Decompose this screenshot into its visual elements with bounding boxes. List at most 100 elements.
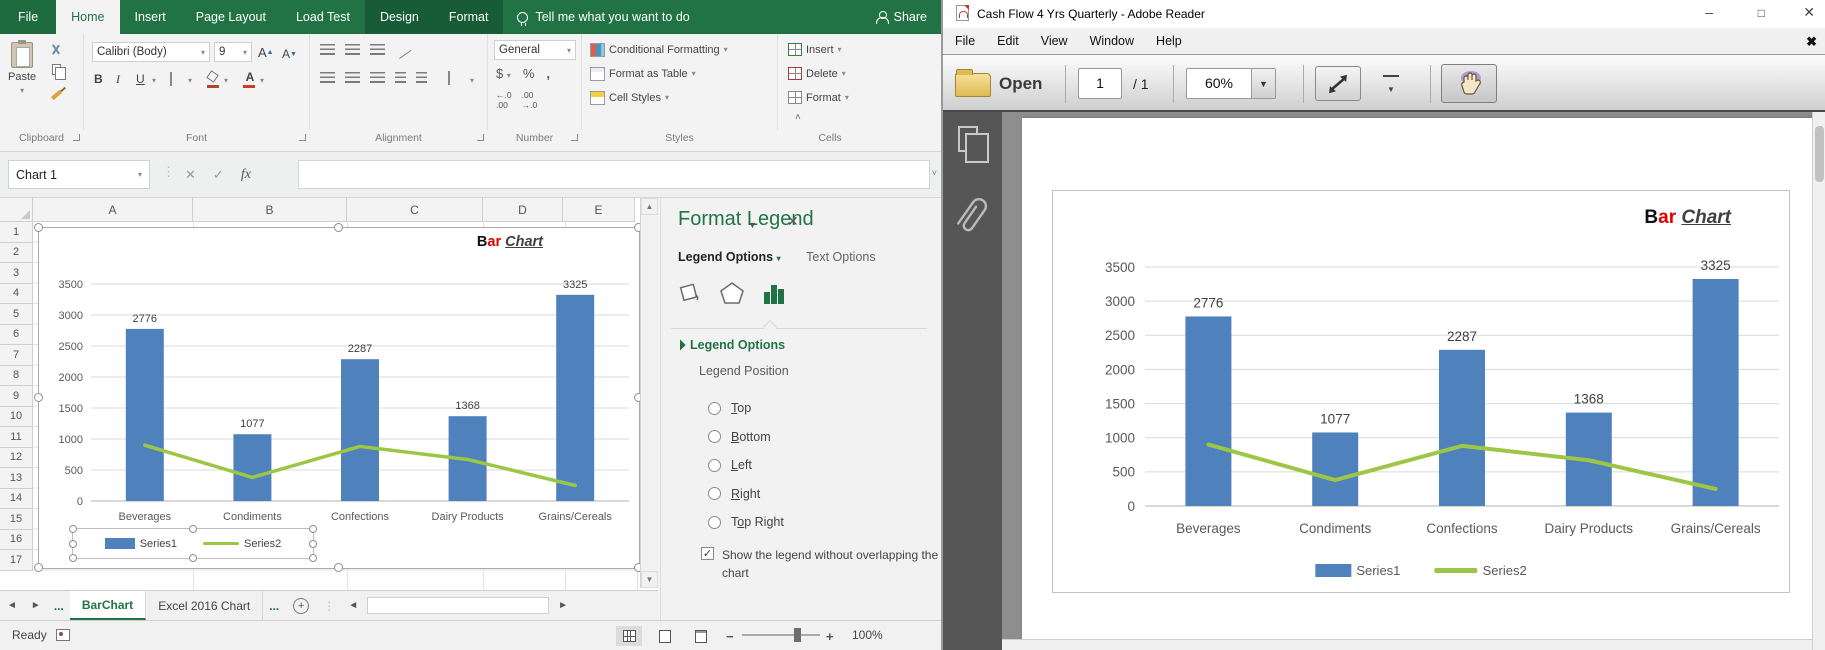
row-header-1[interactable]: 1	[0, 222, 33, 243]
hscroll-right-button[interactable]: ►	[551, 591, 575, 620]
scroll-down-button[interactable]: ▼	[641, 571, 658, 588]
horizontal-scrollbar[interactable]	[367, 597, 549, 614]
underline-dropdown[interactable]: ▾	[152, 76, 156, 85]
number-style-buttons[interactable]: $ ▾ % ,	[496, 66, 550, 81]
row-header-11[interactable]: 11	[0, 427, 33, 448]
column-header-E[interactable]: E	[563, 198, 635, 222]
bold-button[interactable]: B	[94, 70, 103, 88]
hidden-sheets-right[interactable]: ...	[263, 591, 285, 620]
collapse-ribbon-button[interactable]: ˄	[795, 112, 801, 123]
overlap-checkbox-row[interactable]: ✓ Show the legend without overlapping th…	[701, 546, 947, 582]
menu-file[interactable]: File	[955, 34, 975, 48]
radio-left[interactable]: Left	[708, 451, 784, 480]
legend-item-series2[interactable]: Series2	[203, 538, 281, 550]
grid-cells[interactable]: Bar Chart 050010001500200025003000350027…	[33, 222, 640, 590]
delete-cells-button[interactable]: Delete▾	[788, 63, 846, 84]
sheet-nav-next[interactable]: ►	[24, 591, 48, 620]
hidden-sheets-left[interactable]: ...	[48, 591, 70, 620]
vertical-scrollbar[interactable]: ▲ ▼	[640, 198, 658, 588]
maximize-button[interactable]: □	[1758, 6, 1765, 20]
page-number-input[interactable]: 1	[1078, 68, 1122, 99]
tab-text-options[interactable]: Text Options	[806, 250, 875, 264]
cut-button[interactable]	[48, 42, 64, 57]
dialog-launcher-icon[interactable]	[477, 134, 484, 141]
radio-top[interactable]: Top	[708, 394, 784, 423]
checkbox-icon[interactable]: ✓	[701, 547, 714, 560]
row-header-4[interactable]: 4	[0, 284, 33, 305]
row-header-17[interactable]: 17	[0, 550, 33, 571]
row-header-15[interactable]: 15	[0, 509, 33, 530]
name-box[interactable]: Chart 1 ▾	[8, 160, 150, 189]
radio-top-right[interactable]: Top Right	[708, 508, 784, 537]
paste-button[interactable]: Paste ▾	[8, 42, 36, 95]
chart-legend[interactable]: Series1 Series2	[72, 528, 314, 559]
format-painter-button[interactable]	[48, 84, 64, 99]
legend-resize-handle[interactable]	[309, 554, 317, 562]
radio-circle-icon[interactable]	[708, 459, 721, 472]
legend-resize-handle[interactable]	[69, 540, 77, 548]
formula-input[interactable]	[298, 160, 930, 189]
minimize-button[interactable]: –	[1705, 4, 1713, 20]
radio-circle-icon[interactable]	[708, 430, 721, 443]
pdf-vertical-scrollbar[interactable]	[1812, 112, 1825, 650]
scroll-up-button[interactable]: ▲	[641, 198, 658, 215]
font-color-button[interactable]: A	[242, 70, 258, 89]
hscroll-left-button[interactable]: ◄	[341, 591, 365, 620]
borders-button[interactable]	[170, 73, 172, 85]
open-button[interactable]: Open	[999, 74, 1042, 94]
sheet-nav-prev[interactable]: ◄	[0, 591, 24, 620]
attachments-paperclip-icon[interactable]	[944, 187, 999, 246]
legend-item-series1[interactable]: Series1	[105, 538, 177, 550]
chart-resize-handle[interactable]	[34, 563, 43, 572]
format-as-table-button[interactable]: Format as Table▾	[590, 63, 696, 84]
zoom-value-input[interactable]: 60%	[1186, 68, 1252, 99]
cell-styles-button[interactable]: Cell Styles▾	[590, 87, 669, 108]
row-header-12[interactable]: 12	[0, 448, 33, 469]
row-header-14[interactable]: 14	[0, 489, 33, 510]
zoom-dropdown-button[interactable]: ▼	[1251, 68, 1276, 99]
italic-button[interactable]: I	[116, 70, 120, 88]
pane-options-dropdown[interactable]: ▼	[748, 220, 757, 230]
fill-color-button[interactable]	[206, 71, 222, 89]
section-legend-options[interactable]: Legend Options	[676, 338, 785, 352]
underline-button[interactable]: U	[136, 70, 145, 88]
row-header-5[interactable]: 5	[0, 304, 33, 325]
fit-page-button[interactable]	[1315, 66, 1361, 101]
vertical-align-buttons[interactable]	[320, 44, 409, 56]
fill-line-icon[interactable]	[677, 280, 703, 306]
number-format-select[interactable]: General▾	[494, 40, 576, 60]
legend-resize-handle[interactable]	[189, 525, 197, 533]
font-name-select[interactable]: Calibri (Body)▾	[92, 42, 210, 62]
zoom-slider-thumb[interactable]	[794, 628, 801, 642]
menu-view[interactable]: View	[1041, 34, 1068, 48]
insert-function-icon[interactable]: fx	[241, 167, 251, 183]
radio-bottom[interactable]: Bottom	[708, 423, 784, 452]
tab-splitter[interactable]: ⋮	[323, 599, 335, 613]
macro-record-icon[interactable]	[56, 629, 70, 641]
legend-resize-handle[interactable]	[69, 525, 77, 533]
pane-close-button[interactable]: ✕	[787, 213, 799, 230]
pdf-horizontal-scrollbar[interactable]	[1002, 639, 1812, 650]
chart-resize-handle[interactable]	[334, 563, 343, 572]
close-document-icon[interactable]: ✖	[1806, 34, 1817, 50]
row-header-13[interactable]: 13	[0, 468, 33, 489]
menu-window[interactable]: Window	[1090, 34, 1134, 48]
add-sheet-button[interactable]: +	[293, 598, 309, 614]
row-header-8[interactable]: 8	[0, 366, 33, 387]
ribbon-tab-load-test[interactable]: Load Test	[281, 0, 365, 34]
close-button[interactable]: ✕	[1803, 4, 1815, 21]
tell-me-box[interactable]: Tell me what you want to do	[517, 0, 689, 34]
sheet-tab-barchart[interactable]: BarChart	[70, 591, 146, 620]
row-header-2[interactable]: 2	[0, 243, 33, 264]
insert-cells-button[interactable]: Insert▾	[788, 39, 842, 60]
normal-view-button[interactable]	[616, 626, 642, 646]
dialog-launcher-icon[interactable]	[73, 134, 80, 141]
chart-resize-handle[interactable]	[34, 393, 43, 402]
row-header-16[interactable]: 16	[0, 530, 33, 551]
zoom-level[interactable]: 100%	[852, 628, 883, 642]
fill-color-dropdown[interactable]: ▾	[224, 76, 228, 85]
horizontal-align-buttons[interactable]	[320, 72, 427, 83]
legend-resize-handle[interactable]	[309, 525, 317, 533]
share-button[interactable]: Share	[868, 0, 935, 34]
page-thumbnails-icon[interactable]	[958, 126, 978, 152]
